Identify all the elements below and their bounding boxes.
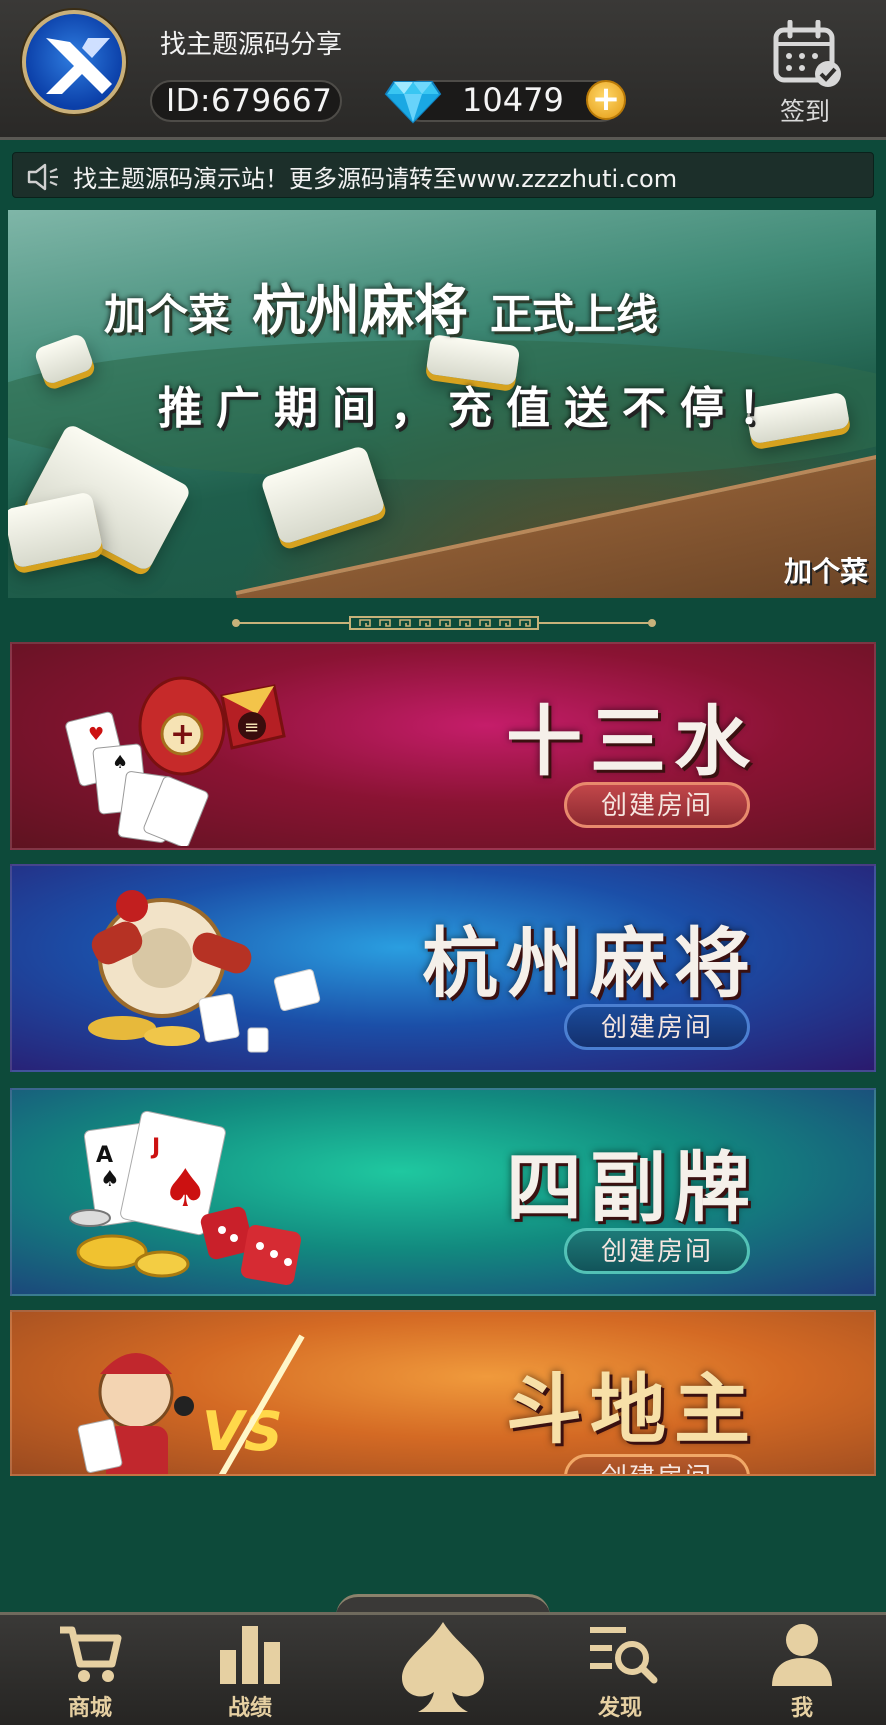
- notice-bar: 找主题源码演示站！更多源码请转至www.zzzzhuti.com: [12, 152, 874, 198]
- spade-icon: [402, 1622, 484, 1712]
- checkin-label: 签到: [779, 97, 830, 126]
- nav-records[interactable]: 战绩: [190, 1620, 310, 1721]
- nav-me-label: 我: [790, 1696, 813, 1721]
- speaker-icon: [27, 163, 58, 191]
- svg-text:+: +: [170, 717, 195, 752]
- checkin-button[interactable]: 签到: [768, 20, 842, 126]
- banner-corner-logo: 加个菜: [783, 555, 868, 588]
- create-room-button[interactable]: 创建房间: [564, 1454, 750, 1474]
- game-title: 四副牌: [478, 1120, 786, 1242]
- svg-text:♠: ♠: [112, 752, 128, 773]
- cart-icon: [60, 1626, 122, 1682]
- nav-discover-label: 发现: [597, 1696, 642, 1721]
- mahjong-tile: [8, 491, 104, 569]
- banner-subtitle: 推广期间，充值送不停！: [158, 383, 796, 434]
- ornament-divider: [232, 616, 656, 630]
- landlord-vs-art: VS: [77, 1334, 305, 1474]
- username: 找主题源码分享: [160, 30, 343, 60]
- user-icon: [772, 1624, 832, 1686]
- calendar-check-icon: [773, 20, 841, 87]
- svg-text:≡: ≡: [244, 717, 259, 738]
- user-id: ID:679667: [150, 80, 342, 122]
- svg-text:♥: ♥: [88, 724, 104, 745]
- svg-text:♠: ♠: [100, 1167, 120, 1192]
- create-room-button[interactable]: 创建房间: [564, 1228, 750, 1274]
- banner-game: 杭州麻将: [252, 278, 469, 342]
- svg-text:VS: VS: [202, 1400, 283, 1463]
- drum-and-tiles-art: [88, 890, 321, 1053]
- banner-brand: 加个菜: [104, 290, 231, 339]
- game-title: 斗地主: [478, 1342, 786, 1464]
- nav-shop-label: 商城: [67, 1696, 112, 1721]
- game-title: 杭州麻将: [394, 896, 786, 1018]
- search-list-icon: [590, 1627, 658, 1684]
- banner-title: 加个菜 杭州麻将 正式上线: [104, 266, 804, 345]
- cards-and-pouch-art: ♥ ♠ + ≡: [65, 676, 286, 846]
- nav-me[interactable]: 我: [742, 1620, 862, 1721]
- game-card-hangzhou-mahjong[interactable]: 杭州麻将 创建房间: [10, 864, 876, 1072]
- banner-tagline: 正式上线: [490, 290, 659, 339]
- diamond-count: 10479: [462, 81, 564, 119]
- nav-shop[interactable]: 商城: [30, 1620, 150, 1721]
- nav-play[interactable]: [383, 1618, 503, 1718]
- promo-banner[interactable]: 加个菜 杭州麻将 正式上线 推广期间，充值送不停！ 加个菜: [8, 210, 876, 598]
- game-title: 十三水: [478, 674, 786, 796]
- cards-chips-dice-art: A ♠ J ♠: [69, 1110, 302, 1286]
- diamond-icon: [384, 81, 442, 124]
- avatar[interactable]: [22, 10, 126, 114]
- create-room-button[interactable]: 创建房间: [564, 1004, 750, 1050]
- create-room-button[interactable]: 创建房间: [564, 782, 750, 828]
- svg-text:J: J: [150, 1135, 160, 1160]
- add-diamond-button[interactable]: +: [586, 80, 626, 120]
- logo-icon: [46, 38, 112, 94]
- game-card-sifupai[interactable]: A ♠ J ♠ 四副牌 创建房间: [10, 1088, 876, 1296]
- nav-records-label: 战绩: [227, 1696, 272, 1721]
- notice-text: 找主题源码演示站！更多源码请转至www.zzzzhuti.com: [73, 165, 678, 193]
- svg-text:A: A: [96, 1143, 113, 1168]
- bar-chart-icon: [220, 1626, 280, 1684]
- plus-icon: +: [591, 79, 621, 119]
- svg-text:♠: ♠: [162, 1159, 209, 1219]
- game-card-shisanshui[interactable]: ♥ ♠ + ≡ 十三水 创建房间: [10, 642, 876, 850]
- nav-discover[interactable]: 发现: [560, 1620, 680, 1721]
- game-card-doudizhu[interactable]: VS 斗地主 创建房间: [10, 1310, 876, 1476]
- top-bar: 找主题源码分享 ID:679667 10479 + 签到: [0, 0, 886, 140]
